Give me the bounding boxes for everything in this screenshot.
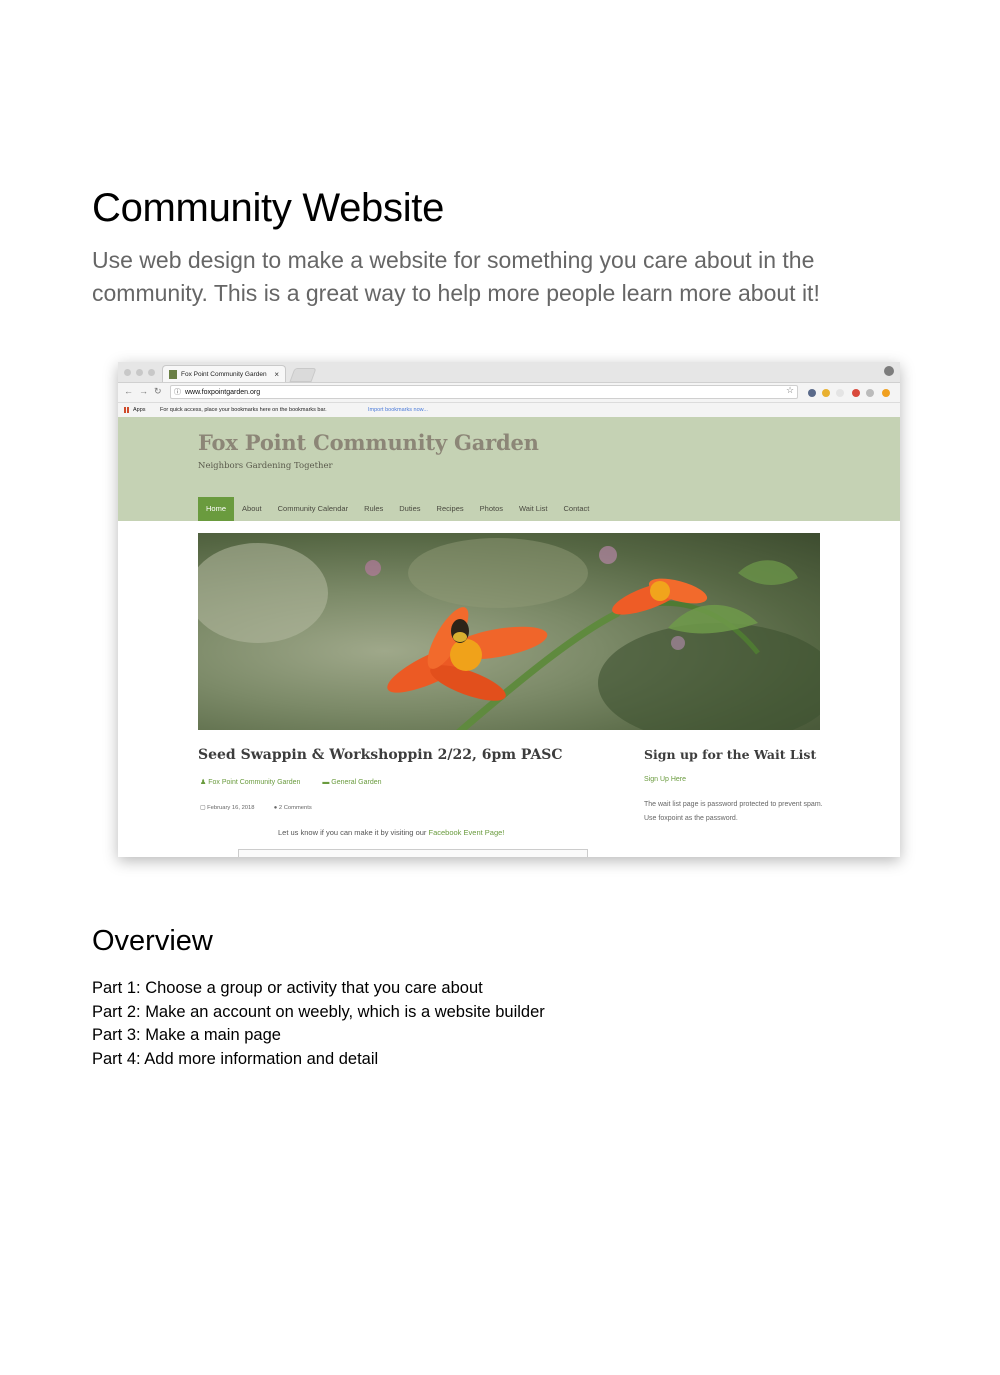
nav-about[interactable]: About bbox=[234, 497, 270, 521]
tab-close-icon[interactable]: × bbox=[274, 366, 279, 383]
facebook-event-link[interactable]: Facebook Event Page! bbox=[429, 828, 505, 837]
apps-icon[interactable] bbox=[124, 407, 130, 413]
post-image bbox=[238, 849, 588, 857]
nav-wait-list[interactable]: Wait List bbox=[511, 497, 555, 521]
extension-icon-4[interactable] bbox=[852, 389, 860, 397]
site-title[interactable]: Fox Point Community Garden bbox=[198, 430, 539, 455]
author-icon: ♟ bbox=[200, 779, 207, 786]
back-icon[interactable]: ← bbox=[124, 386, 133, 396]
window-close-dot[interactable] bbox=[124, 369, 131, 376]
nav-duties[interactable]: Duties bbox=[391, 497, 428, 521]
document-title: Community Website bbox=[92, 186, 445, 230]
flower-photo bbox=[198, 538, 820, 730]
overview-item: Part 2: Make an account on weebly, which… bbox=[92, 1002, 545, 1021]
info-icon[interactable]: ⓘ bbox=[174, 386, 181, 400]
post-meta: ♟ Fox Point Community Garden ▬ General G… bbox=[200, 778, 382, 786]
site-navigation: Home About Community Calendar Rules Duti… bbox=[198, 497, 597, 521]
nav-rules[interactable]: Rules bbox=[356, 497, 391, 521]
post-body-text: Let us know if you can make it by visiti… bbox=[278, 828, 429, 837]
bookmark-star-icon[interactable]: ☆ bbox=[786, 385, 794, 396]
extension-icon-6[interactable] bbox=[882, 389, 890, 397]
comments-icon: ● bbox=[273, 805, 278, 811]
nav-recipes[interactable]: Recipes bbox=[429, 497, 472, 521]
hero-image bbox=[198, 533, 820, 730]
extension-icon-2[interactable] bbox=[822, 389, 830, 397]
post-author[interactable]: Fox Point Community Garden bbox=[208, 779, 300, 786]
extension-icon-3[interactable] bbox=[836, 389, 844, 397]
post-date-row: ▢ February 16, 2018 ● 2 Comments bbox=[200, 805, 312, 811]
tab-title: Fox Point Community Garden bbox=[181, 371, 267, 378]
overview-heading: Overview bbox=[92, 925, 213, 957]
post-date: February 16, 2018 bbox=[207, 805, 255, 811]
overview-item: Part 1: Choose a group or activity that … bbox=[92, 979, 483, 997]
post-category[interactable]: General Garden bbox=[331, 779, 381, 786]
browser-tab[interactable]: Fox Point Community Garden × bbox=[162, 365, 286, 382]
overview-item: Part 4: Add more information and detail bbox=[92, 1050, 379, 1069]
bookmarks-hint: For quick access, place your bookmarks h… bbox=[160, 407, 327, 413]
nav-photos[interactable]: Photos bbox=[472, 497, 511, 521]
site-tagline: Neighbors Gardening Together bbox=[198, 461, 333, 471]
bookmarks-bar: Apps For quick access, place your bookma… bbox=[118, 403, 900, 418]
post-comments[interactable]: 2 Comments bbox=[279, 805, 312, 811]
apps-label[interactable]: Apps bbox=[133, 403, 146, 417]
url-text: www.foxpointgarden.org bbox=[185, 389, 261, 396]
nav-contact[interactable]: Contact bbox=[555, 497, 597, 521]
sign-up-link[interactable]: Sign Up Here bbox=[644, 776, 686, 783]
sidebar-title: Sign up for the Wait List bbox=[644, 747, 817, 762]
sidebar-text: The wait list page is password protected… bbox=[644, 801, 823, 822]
overview-list: Part 1: Choose a group or activity that … bbox=[92, 977, 545, 1072]
nav-home[interactable]: Home bbox=[198, 497, 235, 521]
profile-icon[interactable] bbox=[884, 366, 894, 376]
post-body: Let us know if you can make it by visiti… bbox=[278, 828, 504, 837]
forward-icon[interactable]: → bbox=[139, 386, 148, 396]
orange-flower-main bbox=[387, 607, 548, 701]
calendar-icon: ▢ bbox=[200, 805, 206, 811]
url-input[interactable]: ⓘ www.foxpointgarden.org bbox=[170, 385, 798, 399]
site-header: Fox Point Community Garden Neighbors Gar… bbox=[118, 417, 900, 521]
browser-address-bar: ← → ↻ ⓘ www.foxpointgarden.org ☆ bbox=[118, 383, 900, 403]
browser-tab-bar: Fox Point Community Garden × bbox=[118, 362, 900, 383]
post-title[interactable]: Seed Swappin & Workshoppin 2/22, 6pm PAS… bbox=[198, 747, 563, 763]
favicon-icon bbox=[169, 370, 177, 379]
new-tab-button[interactable] bbox=[289, 368, 317, 382]
window-minimize-dot[interactable] bbox=[136, 369, 143, 376]
window-maximize-dot[interactable] bbox=[148, 369, 155, 376]
extension-icon-1[interactable] bbox=[808, 389, 816, 397]
nav-community-calendar[interactable]: Community Calendar bbox=[270, 497, 356, 521]
overview-item: Part 3: Make a main page bbox=[92, 1026, 281, 1045]
document-subtitle: Use web design to make a website for som… bbox=[92, 247, 820, 306]
browser-screenshot: Fox Point Community Garden × ← → ↻ ⓘ www… bbox=[118, 362, 900, 857]
extension-icon-5[interactable] bbox=[866, 389, 874, 397]
folder-icon: ▬ bbox=[322, 779, 330, 786]
reload-icon[interactable]: ↻ bbox=[154, 386, 162, 397]
import-bookmarks-link[interactable]: Import bookmarks now... bbox=[368, 403, 428, 417]
